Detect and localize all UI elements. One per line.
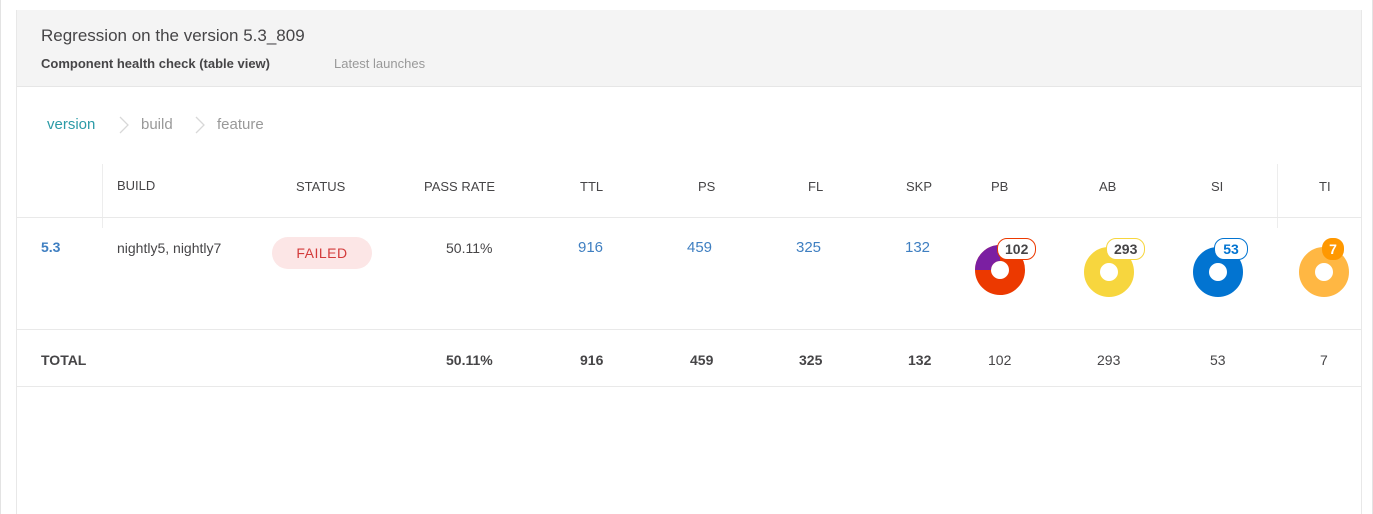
total-si: 53	[1210, 352, 1226, 368]
ti-donut-segment	[1299, 247, 1349, 297]
ab-count-badge[interactable]: 293	[1106, 238, 1146, 260]
total-ab: 293	[1097, 352, 1121, 368]
column-header-ttl[interactable]: TTL	[580, 179, 603, 194]
breadcrumb-build[interactable]: build	[141, 116, 173, 133]
total-pb: 102	[988, 352, 1012, 368]
status-badge: FAILED	[272, 237, 372, 269]
column-header-pass-rate[interactable]: PASS RATE	[424, 179, 495, 194]
total-ttl: 916	[580, 352, 604, 368]
total-pass-rate: 50.11%	[446, 352, 493, 368]
ti-count-badge[interactable]: 7	[1322, 238, 1344, 260]
chevron-right-icon	[119, 116, 129, 134]
fl-link[interactable]: 325	[796, 239, 821, 256]
column-header-ps[interactable]: PS	[698, 179, 715, 194]
total-skp: 132	[908, 352, 932, 368]
column-header-si[interactable]: SI	[1211, 179, 1223, 194]
widget-panel: Regression on the version 5.3_809 Compon…	[16, 10, 1362, 514]
pass-rate-value: 50.11%	[446, 240, 493, 256]
column-divider	[1277, 164, 1278, 228]
ttl-link[interactable]: 916	[578, 239, 603, 256]
widget-title: Regression on the version 5.3_809	[41, 26, 305, 45]
table-divider	[17, 329, 1361, 330]
version-link[interactable]: 5.3	[41, 239, 60, 255]
column-header-status[interactable]: STATUS	[296, 179, 345, 194]
ps-link[interactable]: 459	[687, 239, 712, 256]
table-divider	[17, 386, 1361, 387]
total-ps: 459	[690, 352, 714, 368]
column-header-pb[interactable]: PB	[991, 179, 1008, 194]
column-header-skp[interactable]: SKP	[906, 179, 932, 194]
build-names: nightly5, nightly7	[117, 240, 222, 256]
total-fl: 325	[799, 352, 823, 368]
column-header-ab[interactable]: AB	[1099, 179, 1116, 194]
breadcrumb-feature[interactable]: feature	[217, 116, 264, 133]
chevron-right-icon	[195, 116, 205, 134]
pb-donut-segment-secondary	[975, 245, 1001, 271]
total-label: TOTAL	[41, 352, 87, 368]
column-divider	[102, 164, 103, 228]
pb-count-badge[interactable]: 102	[997, 238, 1037, 260]
column-header-ti[interactable]: TI	[1319, 179, 1331, 194]
ab-donut-segment	[1084, 247, 1134, 297]
tab-component-health-check[interactable]: Component health check (table view)	[41, 56, 270, 71]
total-ti: 7	[1320, 352, 1328, 368]
widget-header: Regression on the version 5.3_809 Compon…	[17, 10, 1361, 87]
si-donut-segment	[1193, 247, 1243, 297]
table-divider	[17, 217, 1361, 218]
breadcrumb-version[interactable]: version	[47, 116, 95, 133]
column-header-build[interactable]: BUILD	[117, 178, 155, 193]
column-header-fl[interactable]: FL	[808, 179, 823, 194]
si-count-badge[interactable]: 53	[1214, 238, 1248, 260]
tab-latest-launches[interactable]: Latest launches	[334, 56, 425, 71]
skp-link[interactable]: 132	[905, 239, 930, 256]
